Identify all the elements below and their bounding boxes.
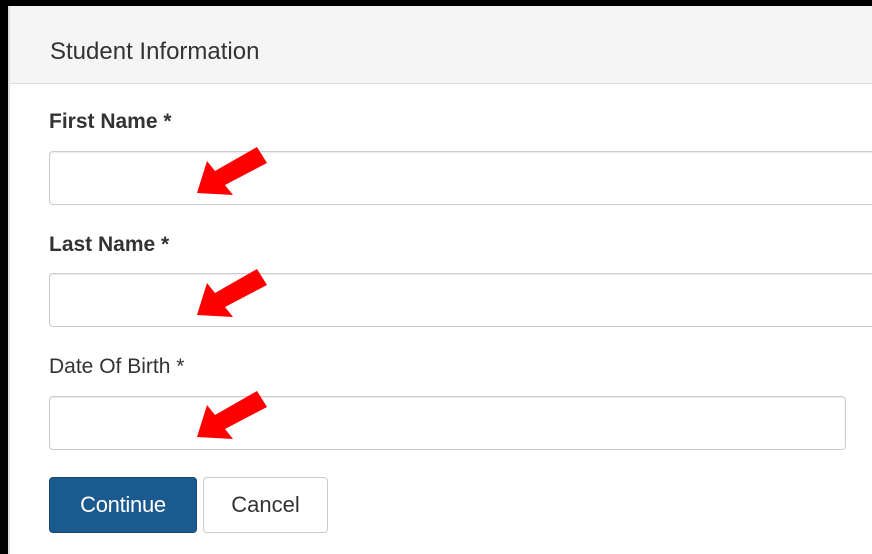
first-name-label: First Name * (49, 110, 172, 133)
last-name-input[interactable] (49, 273, 872, 327)
date-of-birth-label: Date Of Birth * (49, 355, 185, 378)
red-arrow-icon (197, 391, 267, 439)
last-name-label: Last Name * (49, 233, 170, 256)
red-arrow-icon (197, 147, 267, 195)
panel-heading: Student Information (8, 6, 872, 84)
date-of-birth-input[interactable] (49, 396, 846, 450)
continue-button[interactable]: Continue (49, 477, 197, 533)
cancel-button[interactable]: Cancel (203, 477, 328, 533)
first-name-input[interactable] (49, 151, 872, 205)
red-arrow-icon (197, 269, 267, 317)
panel-title: Student Information (50, 38, 260, 65)
